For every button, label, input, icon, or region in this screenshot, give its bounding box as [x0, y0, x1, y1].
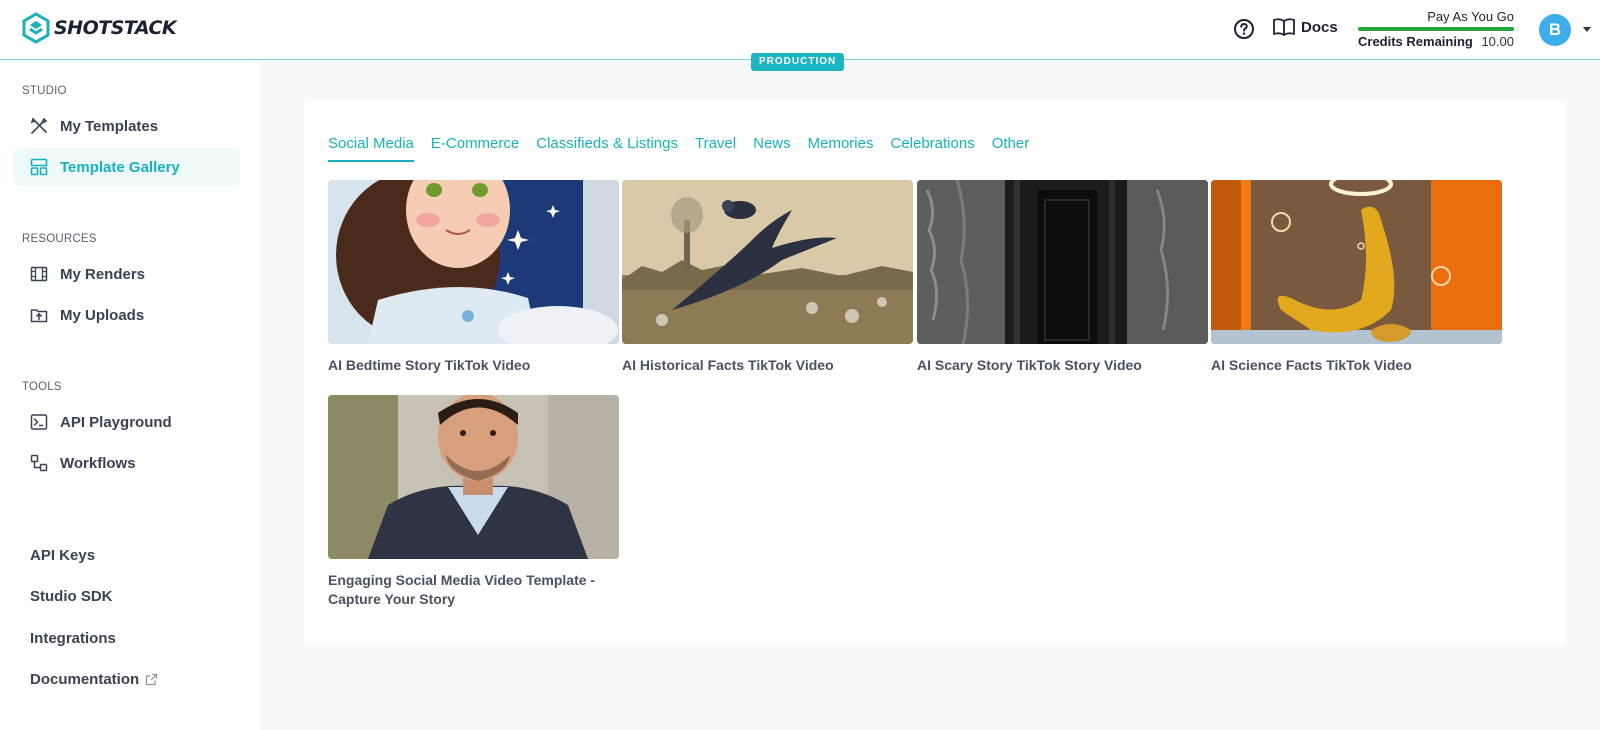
- sidebar-link-documentation[interactable]: Documentation: [30, 671, 158, 688]
- tab-celebrations[interactable]: Celebrations: [890, 135, 974, 162]
- sidebar-link-label: Documentation: [30, 671, 140, 688]
- sidebar-item-my-uploads[interactable]: My Uploads: [14, 296, 240, 334]
- environment-badge: PRODUCTION: [751, 53, 845, 71]
- template-card[interactable]: AI Science Facts TikTok Video: [1211, 180, 1502, 375]
- sidebar-item-workflows[interactable]: Workflows: [14, 444, 240, 482]
- tab-travel[interactable]: Travel: [695, 135, 736, 162]
- template-gallery-panel: Social Media E-Commerce Classifieds & Li…: [304, 101, 1566, 645]
- category-tabs: Social Media E-Commerce Classifieds & Li…: [328, 135, 1029, 162]
- tab-social-media[interactable]: Social Media: [328, 135, 414, 162]
- section-title-tools: TOOLS: [22, 381, 62, 393]
- docs-label: Docs: [1301, 18, 1338, 36]
- tab-other[interactable]: Other: [992, 135, 1030, 162]
- sidebar-link-label: API Keys: [30, 547, 96, 564]
- credits-value: 10.00: [1481, 34, 1514, 49]
- shotstack-logo[interactable]: SHOTSTACK: [22, 12, 177, 44]
- docs-button[interactable]: Docs: [1273, 18, 1338, 36]
- book-icon: [1273, 18, 1295, 36]
- template-thumbnail: [1211, 180, 1502, 344]
- sidebar-item-label: My Renders: [60, 265, 146, 283]
- shotstack-logo-icon: [22, 12, 50, 44]
- plan-name: Pay As You Go: [1427, 9, 1514, 24]
- sidebar: STUDIO My Templates Template Gallery RES…: [0, 61, 260, 730]
- template-card[interactable]: Engaging Social Media Video Template - C…: [328, 395, 619, 609]
- sidebar-link-label: Integrations: [30, 630, 116, 647]
- credits-label: Credits Remaining: [1358, 34, 1473, 49]
- template-title: AI Scary Story TikTok Story Video: [917, 357, 1142, 373]
- sidebar-item-label: Template Gallery: [60, 158, 180, 176]
- template-title: Engaging Social Media Video Template - C…: [328, 572, 596, 607]
- film-strip-icon: [30, 266, 48, 282]
- sidebar-item-label: My Uploads: [60, 306, 145, 324]
- logo-text: SHOTSTACK: [54, 17, 177, 39]
- plan-status[interactable]: Pay As You Go Credits Remaining 10.00: [1358, 9, 1514, 49]
- sidebar-link-api-keys[interactable]: API Keys: [30, 547, 95, 564]
- tab-memories[interactable]: Memories: [808, 135, 874, 162]
- sidebar-link-studio-sdk[interactable]: Studio SDK: [30, 588, 113, 605]
- sidebar-item-my-renders[interactable]: My Renders: [14, 255, 240, 293]
- template-title: AI Science Facts TikTok Video: [1211, 357, 1412, 373]
- sidebar-item-label: My Templates: [60, 117, 159, 135]
- gallery-layout-icon: [30, 158, 48, 176]
- section-title-resources: RESOURCES: [22, 233, 97, 245]
- avatar[interactable]: B: [1539, 14, 1571, 46]
- tab-e-commerce[interactable]: E-Commerce: [431, 135, 519, 162]
- sidebar-item-label: API Playground: [60, 413, 172, 431]
- template-card[interactable]: AI Scary Story TikTok Story Video: [917, 180, 1208, 375]
- tab-classifieds-listings[interactable]: Classifieds & Listings: [536, 135, 678, 162]
- chevron-down-icon[interactable]: [1583, 27, 1591, 32]
- credits-progress-bar: [1358, 27, 1514, 31]
- template-card[interactable]: AI Bedtime Story TikTok Video: [328, 180, 619, 375]
- template-title: AI Bedtime Story TikTok Video: [328, 357, 531, 373]
- sidebar-item-api-playground[interactable]: API Playground: [14, 403, 240, 441]
- external-link-icon: [146, 673, 158, 686]
- tools-icon: [30, 117, 48, 134]
- sidebar-item-template-gallery[interactable]: Template Gallery: [14, 148, 240, 186]
- sidebar-link-label: Studio SDK: [30, 588, 113, 605]
- sidebar-link-integrations[interactable]: Integrations: [30, 630, 116, 647]
- template-thumbnail: [622, 180, 913, 344]
- top-navigation-bar: SHOTSTACK Docs Pay As You Go Credits Rem…: [0, 0, 1600, 60]
- sidebar-item-label: Workflows: [60, 454, 136, 472]
- template-thumbnail: [328, 180, 619, 344]
- upload-folder-icon: [30, 309, 48, 323]
- template-title: AI Historical Facts TikTok Video: [622, 357, 834, 373]
- template-card[interactable]: AI Historical Facts TikTok Video: [622, 180, 913, 375]
- workflow-icon: [30, 454, 48, 472]
- template-thumbnail: [917, 180, 1208, 344]
- sidebar-item-my-templates[interactable]: My Templates: [14, 107, 240, 145]
- section-title-studio: STUDIO: [22, 85, 67, 97]
- template-thumbnail: [328, 395, 619, 559]
- tab-news[interactable]: News: [753, 135, 791, 162]
- help-icon[interactable]: [1233, 18, 1255, 40]
- terminal-icon: [30, 414, 48, 430]
